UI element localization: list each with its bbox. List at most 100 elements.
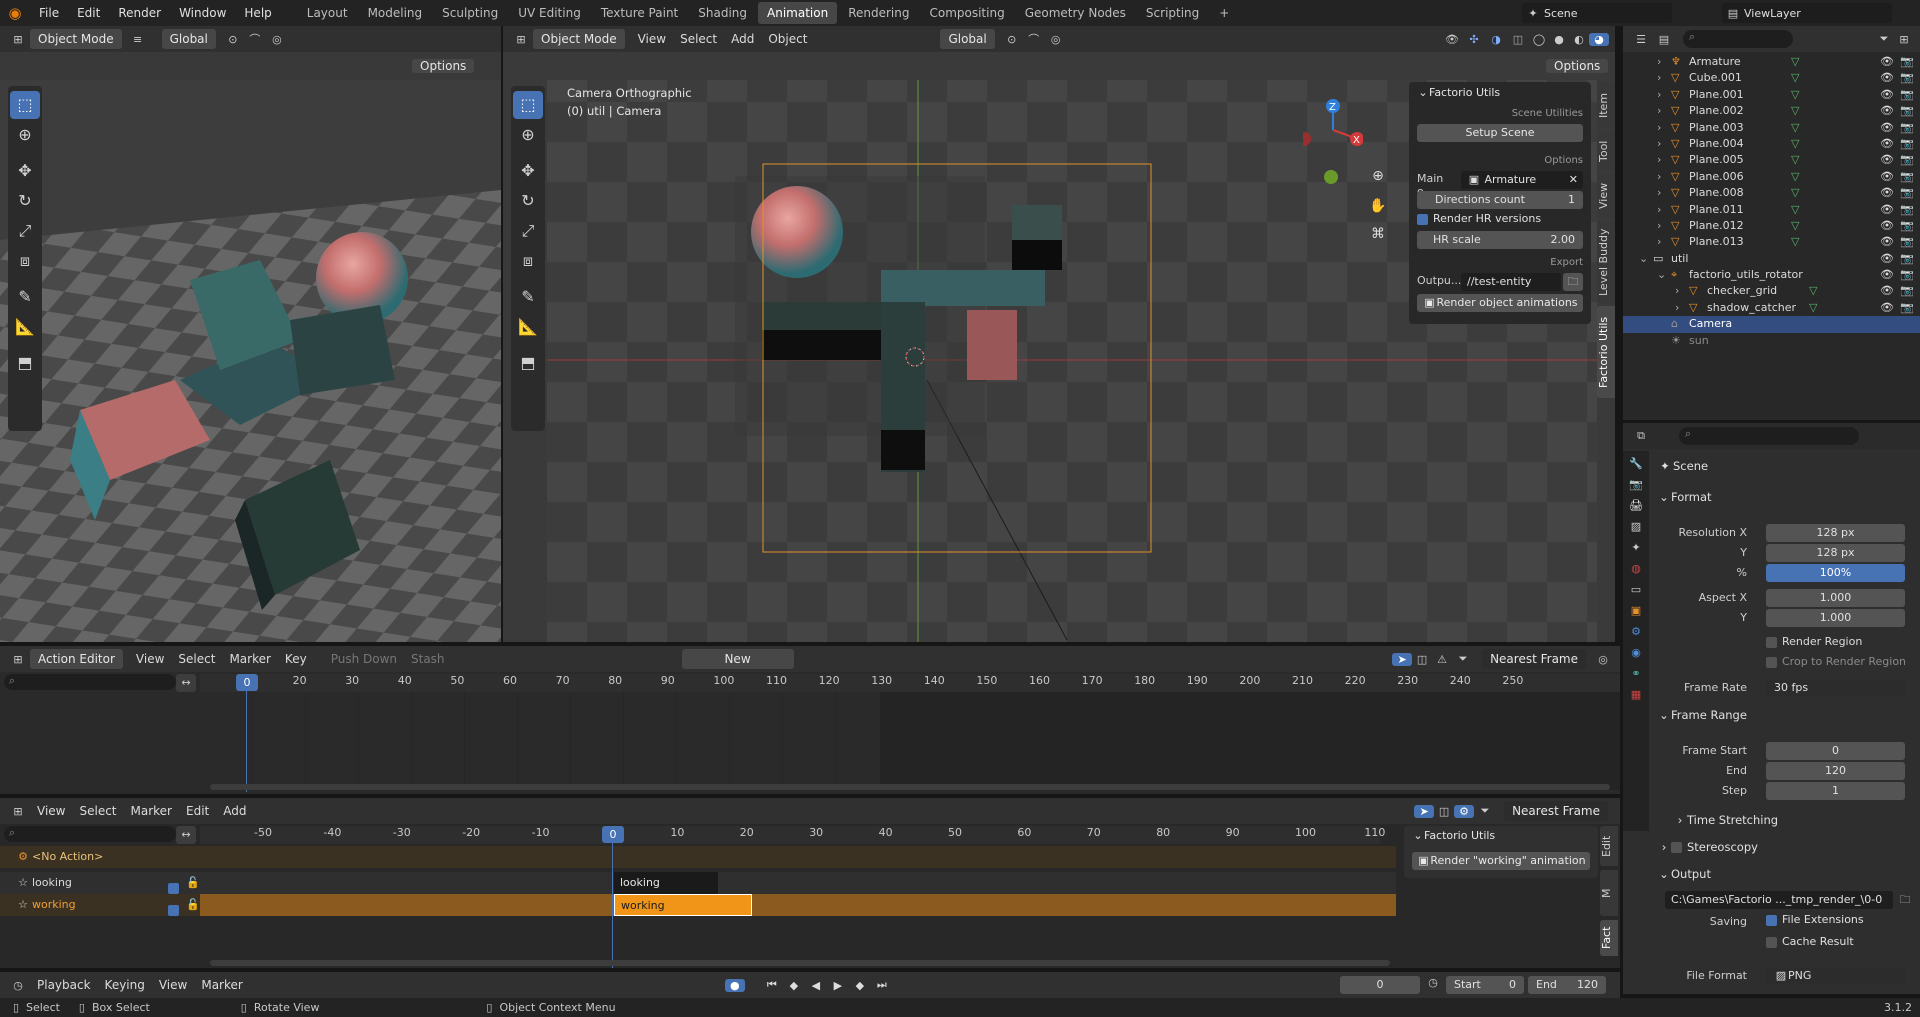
expand-arrow-icon[interactable]: › — [1657, 54, 1661, 70]
expand-arrow-icon[interactable]: ⌄ — [1639, 251, 1648, 267]
tab-sculpting[interactable]: Sculpting — [433, 2, 507, 24]
eye-icon[interactable]: 👁 — [1880, 283, 1894, 299]
scale-tool-icon[interactable]: ⤢ — [10, 217, 40, 245]
left-orientation-dropdown[interactable]: Global — [161, 29, 216, 49]
mesh-data-icon[interactable]: ▽ — [1791, 234, 1799, 250]
object-props-icon[interactable]: ▣ — [1631, 604, 1641, 617]
menu-select[interactable]: Select — [171, 646, 222, 672]
editor-type-icon[interactable]: ⊞ — [509, 33, 533, 46]
hide-icon[interactable]: ◫ — [1412, 653, 1432, 666]
navigation-gizmo[interactable]: Z X — [1303, 96, 1363, 186]
editor-type-icon[interactable]: ⊞ — [6, 33, 30, 46]
annotate-tool-icon[interactable]: ✎ — [10, 283, 40, 311]
file-format-dropdown[interactable]: ▨ PNG — [1766, 967, 1905, 985]
cache-result-checkbox[interactable]: Cache Result — [1766, 935, 1854, 948]
stereoscopy-section[interactable]: › Stereoscopy — [1657, 836, 1917, 858]
jump-end-icon[interactable]: ⏭ — [871, 978, 893, 992]
constraint-props-icon[interactable]: ⚭ — [1631, 667, 1640, 680]
move-tool-icon[interactable]: ✥ — [513, 157, 543, 185]
expand-arrow-icon[interactable]: › — [1657, 70, 1661, 86]
lock-icon[interactable]: 🔓 — [186, 872, 200, 894]
format-section-header[interactable]: ⌄ Format — [1657, 486, 1917, 508]
zoom-icon[interactable]: ⊕ — [1365, 168, 1391, 184]
eye-icon[interactable]: 👁 — [1880, 120, 1894, 136]
menu-select[interactable]: Select — [673, 26, 724, 52]
looking-strip[interactable]: looking — [614, 872, 718, 894]
rotate-tool-icon[interactable]: ↻ — [513, 187, 543, 215]
left-3d-viewport[interactable]: ⊞ Object Mode ≡ Global ⊙ ⌒ ◎ Options ⬚ ⊕… — [0, 26, 501, 642]
eye-icon[interactable]: 👁 — [1880, 218, 1894, 234]
working-strip[interactable]: working — [614, 894, 752, 916]
aspect-x-field[interactable]: 1.000 — [1766, 589, 1905, 607]
outliner-item-plane-012[interactable]: › ▽ Plane.012 ▽ 👁 📷 — [1623, 218, 1920, 234]
clear-x-icon[interactable]: ✕ — [1569, 171, 1578, 189]
menu-playback[interactable]: Playback — [30, 972, 98, 998]
outliner-item-shadow-catcher[interactable]: › ▽ shadow_catcher ▽ 👁 📷 — [1623, 300, 1920, 316]
frame-step-field[interactable]: 1 — [1766, 782, 1905, 800]
filter-mode-icon[interactable]: ▤ — [1653, 33, 1675, 46]
render-region-checkbox[interactable]: Render Region — [1766, 635, 1862, 648]
outliner-item-plane-005[interactable]: › ▽ Plane.005 ▽ 👁 📷 — [1623, 152, 1920, 168]
mesh-data-icon[interactable]: ▽ — [1791, 120, 1799, 136]
outliner-item-plane-013[interactable]: › ▽ Plane.013 ▽ 👁 📷 — [1623, 234, 1920, 250]
select-box-tool-icon[interactable]: ⬚ — [513, 91, 543, 119]
tab-geometry-nodes[interactable]: Geometry Nodes — [1016, 2, 1135, 24]
tab-compositing[interactable]: Compositing — [920, 2, 1013, 24]
render-working-animation-button[interactable]: ▣ Render "working" animation — [1412, 852, 1590, 870]
factorio-utils-panel-title[interactable]: ⌄Factorio Utils — [1409, 82, 1591, 104]
proportional-icon[interactable]: ◎ — [1045, 33, 1067, 46]
new-action-button[interactable]: New — [681, 649, 794, 669]
editor-type-icon[interactable]: ⊞ — [6, 805, 30, 818]
shading-solid-icon[interactable]: ● — [1549, 33, 1569, 46]
cursor-tool-icon[interactable]: ⊕ — [513, 121, 543, 149]
blender-logo-icon[interactable]: ◉ — [0, 4, 30, 22]
eye-icon[interactable]: 👁 — [1880, 267, 1894, 283]
menu-key[interactable]: Key — [278, 646, 314, 672]
next-keyframe-icon[interactable]: ◆ — [849, 979, 871, 992]
tab-texture-paint[interactable]: Texture Paint — [592, 2, 687, 24]
setup-scene-button[interactable]: Setup Scene — [1417, 124, 1583, 142]
frame-range-section-header[interactable]: ⌄ Frame Range — [1657, 704, 1917, 726]
render-hr-checkbox[interactable]: Render HR versions — [1417, 212, 1541, 225]
menu-file[interactable]: File — [30, 0, 68, 26]
tab-layout[interactable]: Layout — [298, 2, 357, 24]
swap-icon[interactable]: ↔ — [176, 826, 196, 844]
checkbox-checked-icon[interactable] — [168, 899, 184, 921]
expand-arrow-icon[interactable]: › — [1657, 103, 1661, 119]
filter-icon[interactable]: ⏷ — [1452, 652, 1474, 666]
outliner-item-checker-grid[interactable]: › ▽ checker_grid ▽ 👁 📷 — [1623, 283, 1920, 299]
gizmo-icon[interactable]: ✣ — [1463, 33, 1485, 46]
output-path-field[interactable]: C:\Games\Factorio ..._tmp_render_\0-0 — [1665, 891, 1893, 909]
tab-shading[interactable]: Shading — [689, 2, 756, 24]
output-props-icon[interactable]: 🖨 — [1629, 499, 1643, 512]
mesh-data-icon[interactable]: ▽ — [1791, 152, 1799, 168]
eye-icon[interactable]: 👁 — [1880, 251, 1894, 267]
collection-props-icon[interactable]: ▭ — [1631, 583, 1641, 596]
render-visibility-icon[interactable]: 📷 — [1900, 300, 1914, 316]
play-icon[interactable]: ▶ — [827, 979, 849, 992]
resolution-percentage-slider[interactable]: 100% — [1766, 564, 1905, 582]
menu-edit[interactable]: Edit — [179, 798, 216, 824]
snap-icon[interactable]: ⌒ — [244, 31, 266, 47]
stash-button[interactable]: Stash — [404, 646, 452, 672]
eye-icon[interactable]: 👁 — [1880, 103, 1894, 119]
output-path-field[interactable]: //test-entity — [1461, 273, 1561, 291]
checkbox-icon[interactable] — [1671, 842, 1682, 853]
hide-icon[interactable]: ◫ — [1434, 805, 1454, 818]
camera-orientation-dropdown[interactable]: Global — [940, 29, 995, 49]
add-workspace-button[interactable]: + — [1210, 2, 1238, 24]
render-visibility-icon[interactable]: 📷 — [1900, 267, 1914, 283]
outliner-item-util[interactable]: ⌄ ▭ util 👁 📷 — [1623, 251, 1920, 267]
snap-icon[interactable]: ⌒ — [1023, 31, 1045, 47]
eye-icon[interactable]: 👁 — [1880, 300, 1894, 316]
outliner-item-plane-008[interactable]: › ▽ Plane.008 ▽ 👁 📷 — [1623, 185, 1920, 201]
render-visibility-icon[interactable]: 📷 — [1900, 169, 1914, 185]
tab-uv-editing[interactable]: UV Editing — [509, 2, 590, 24]
menu-select[interactable]: Select — [72, 798, 123, 824]
lock-icon[interactable]: 🔓 — [186, 894, 200, 916]
render-visibility-icon[interactable]: 📷 — [1900, 283, 1914, 299]
expand-arrow-icon[interactable]: › — [1657, 152, 1661, 168]
render-visibility-icon[interactable]: 📷 — [1900, 251, 1914, 267]
outliner-item-plane-004[interactable]: › ▽ Plane.004 ▽ 👁 📷 — [1623, 136, 1920, 152]
left-options-dropdown[interactable]: Options — [412, 56, 480, 76]
